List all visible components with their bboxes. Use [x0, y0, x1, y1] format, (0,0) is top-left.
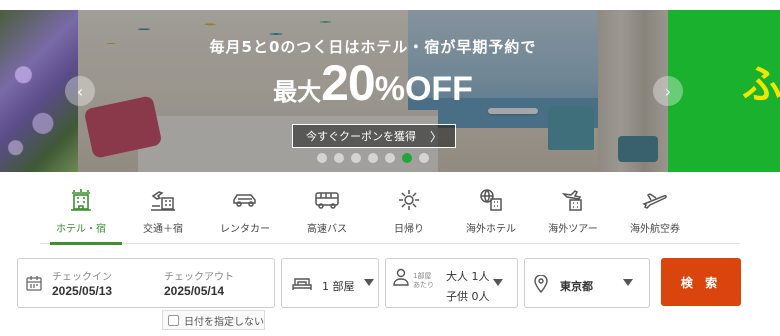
- promo-percent: %: [374, 70, 405, 108]
- date-range-field: チェックイン 2025/05/13 チェックアウト 2025/05/14: [17, 258, 275, 308]
- checkin-field[interactable]: チェックイン 2025/05/13: [48, 259, 158, 307]
- get-coupon-label: 今すぐクーポンを獲得: [305, 130, 416, 143]
- tab-label: 交通＋宿: [143, 224, 183, 235]
- rooms-value: 1 部屋: [322, 280, 355, 293]
- checkin-value: 2025/05/13: [52, 284, 113, 298]
- calendar-icon: [26, 275, 42, 295]
- tab-day-trip[interactable]: 日帰り: [368, 186, 450, 244]
- train-hotel-icon: [150, 186, 176, 214]
- checkout-value: 2025/05/14: [164, 284, 225, 298]
- tab-hotel[interactable]: ホテル・宿: [40, 186, 122, 245]
- area-value: 東京都: [560, 280, 593, 293]
- tab-label: ホテル・宿: [56, 224, 106, 235]
- checkout-field[interactable]: チェックアウト 2025/05/14: [160, 259, 274, 307]
- per-room-note: 1部屋 あたり: [413, 272, 434, 290]
- guests-select[interactable]: 1部屋 あたり 大人 1人 子供 0人: [385, 258, 518, 308]
- carousel-dot[interactable]: [334, 153, 344, 163]
- tab-label: 海外ツアー: [548, 224, 598, 235]
- caret-down-icon: [364, 279, 374, 286]
- promo-banner[interactable]: 毎月5と0のつく日はホテル・宿が早期予約で 最大20%OFF 今すぐクーポンを獲…: [78, 10, 668, 172]
- tab-label: 高速バス: [307, 224, 347, 235]
- tab-overseas-flights[interactable]: 海外航空券: [614, 186, 696, 244]
- promo-number: 20: [321, 55, 376, 111]
- carousel-dot[interactable]: [317, 153, 327, 163]
- category-tabs: ホテル・宿 交通＋宿 レンタカー 高速バス 日帰り 海外ホテル 海外ツアー 海外…: [40, 186, 740, 245]
- chevron-right-icon: ›: [664, 81, 672, 101]
- airplane-icon: [642, 186, 668, 214]
- adults-value: 大人 1人: [446, 270, 490, 283]
- carousel-prev-button[interactable]: ‹: [65, 76, 95, 106]
- carousel-pagination: [78, 153, 668, 163]
- next-slide-peek[interactable]: ふ: [668, 10, 780, 172]
- tab-overseas-hotel[interactable]: 海外ホテル: [450, 186, 532, 244]
- rooms-select[interactable]: 1 部屋: [281, 258, 379, 308]
- tab-label: 日帰り: [394, 224, 424, 235]
- car-icon: [232, 186, 258, 214]
- chevron-right-icon: 〉: [429, 129, 442, 144]
- carousel-dot[interactable]: [368, 153, 378, 163]
- carousel-next-button[interactable]: ›: [653, 76, 683, 106]
- globe-building-icon: [479, 186, 503, 214]
- caret-down-icon: [493, 279, 503, 286]
- promo-subtitle: 毎月5と0のつく日はホテル・宿が早期予約で: [209, 38, 537, 56]
- hotel-icon: [70, 186, 92, 214]
- tab-label: 海外航空券: [630, 224, 680, 235]
- children-value: 子供 0人: [446, 290, 490, 303]
- tab-highway-bus[interactable]: 高速バス: [286, 186, 368, 244]
- plane-building-icon: [561, 186, 585, 214]
- sun-icon: [397, 186, 421, 214]
- carousel-dot[interactable]: [385, 153, 395, 163]
- tab-label: レンタカー: [220, 224, 270, 235]
- area-select[interactable]: 東京都: [524, 258, 650, 308]
- promo-prefix: 最大: [273, 79, 322, 106]
- checkin-label: チェックイン: [52, 272, 112, 283]
- next-slide-glyph: ふ: [742, 62, 780, 108]
- hero-carousel: 毎月5と0のつく日はホテル・宿が早期予約で 最大20%OFF 今すぐクーポンを獲…: [0, 10, 780, 172]
- carousel-dot[interactable]: [419, 153, 429, 163]
- get-coupon-button[interactable]: 今すぐクーポンを獲得 〉: [292, 124, 456, 148]
- person-icon: [393, 268, 409, 290]
- promo-headline: 最大20%OFF: [78, 58, 668, 108]
- chevron-left-icon: ‹: [76, 81, 84, 101]
- caret-down-icon: [623, 279, 633, 286]
- bed-icon: [292, 276, 312, 296]
- checkout-label: チェックアウト: [164, 272, 234, 283]
- carousel-dot[interactable]: [402, 153, 412, 163]
- checkbox-box[interactable]: [168, 314, 179, 326]
- no-date-checkbox[interactable]: 日付を指定しない: [162, 310, 265, 330]
- no-date-label: 日付を指定しない: [184, 316, 264, 328]
- tab-train-hotel[interactable]: 交通＋宿: [122, 186, 204, 244]
- promo-off: OFF: [404, 70, 473, 108]
- tab-overseas-tour[interactable]: 海外ツアー: [532, 186, 614, 244]
- carousel-dot[interactable]: [351, 153, 361, 163]
- search-button[interactable]: 検 索: [661, 258, 741, 306]
- bus-icon: [314, 186, 340, 214]
- location-pin-icon: [534, 274, 548, 297]
- tab-rental-car[interactable]: レンタカー: [204, 186, 286, 244]
- tab-label: 海外ホテル: [466, 224, 516, 235]
